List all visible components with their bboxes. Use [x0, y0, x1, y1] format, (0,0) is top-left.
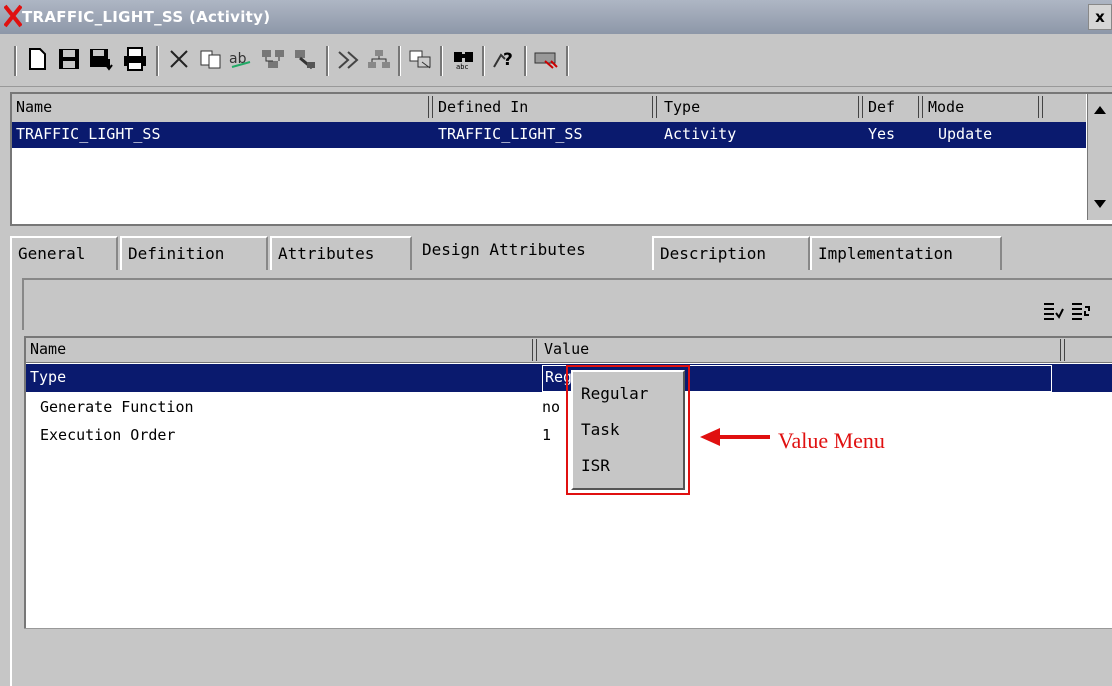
row-defined-in: TRAFFIC_LIGHT_SS: [438, 125, 583, 143]
close-tool-icon[interactable]: [532, 44, 562, 74]
delete-icon[interactable]: [164, 44, 194, 74]
attribute-name: Execution Order: [40, 426, 176, 444]
relations-icon[interactable]: [334, 44, 364, 74]
attribute-value: 1: [542, 426, 552, 444]
tab-definition[interactable]: Definition: [120, 236, 268, 270]
attribute-name: Generate Function: [40, 398, 194, 416]
refresh-list-icon[interactable]: [1070, 300, 1092, 322]
tab-attributes[interactable]: Attributes: [270, 236, 412, 270]
row-mode: Update: [938, 125, 993, 143]
column-resize-handle[interactable]: [652, 96, 657, 118]
panel-footer: [24, 628, 1112, 686]
toolbar-separator: [398, 46, 401, 76]
title-bar[interactable]: TRAFFIC_LIGHT_SS (Activity) x: [0, 0, 1112, 34]
element-list-header: Name Defined In Type Def Mode: [12, 94, 1086, 123]
save-as-icon[interactable]: [86, 44, 116, 74]
menu-item-task[interactable]: Task: [581, 420, 620, 439]
hierarchy-icon[interactable]: [364, 44, 394, 74]
help-icon[interactable]: ?: [490, 44, 520, 74]
value-menu-callout: Value Menu: [700, 426, 960, 456]
column-resize-handle[interactable]: [1060, 339, 1065, 361]
svg-text:abc: abc: [456, 63, 469, 70]
tab-bar: General Definition Attributes Design Att…: [10, 232, 1112, 272]
toolbar-separator: [14, 46, 17, 76]
column-resize-handle[interactable]: [428, 96, 433, 118]
column-resize-handle[interactable]: [918, 96, 923, 118]
attribute-name: Type: [30, 368, 67, 386]
tab-general[interactable]: General: [10, 236, 118, 270]
toolbar-separator: [566, 46, 569, 76]
tab-description[interactable]: Description: [652, 236, 810, 270]
window-title: TRAFFIC_LIGHT_SS (Activity): [22, 8, 271, 26]
close-button[interactable]: x: [1088, 4, 1112, 30]
scroll-down-icon: [1094, 200, 1106, 208]
column-header-mode[interactable]: Mode: [928, 98, 964, 116]
menu-item-regular[interactable]: Regular: [581, 384, 648, 403]
value-menu-highlight: Regular Task ISR: [566, 365, 690, 495]
check-list-icon[interactable]: [1042, 300, 1064, 322]
column-resize-handle[interactable]: [532, 339, 537, 361]
value-menu[interactable]: Regular Task ISR: [571, 370, 685, 490]
network-icon[interactable]: [258, 44, 288, 74]
toolbar-separator: [482, 46, 485, 76]
copy-icon[interactable]: [196, 44, 226, 74]
column-header-value[interactable]: Value: [544, 340, 589, 358]
column-header-defined-in[interactable]: Defined In: [438, 98, 528, 116]
x-logo-icon: [3, 3, 23, 33]
toolbar-separator: [524, 46, 527, 76]
activity-window: TRAFFIC_LIGHT_SS (Activity) x ab abc ? N…: [0, 0, 1112, 686]
scroll-up-icon: [1094, 106, 1106, 114]
properties-icon[interactable]: [290, 44, 320, 74]
row-type: Activity: [664, 125, 737, 143]
tab-design-attributes[interactable]: Design Attributes: [414, 232, 652, 272]
find-icon[interactable]: abc: [450, 44, 480, 74]
panel-toolbar: [22, 278, 1112, 330]
row-def: Yes: [868, 125, 896, 143]
element-list[interactable]: Name Defined In Type Def Mode TRAFFIC_LI…: [10, 92, 1112, 226]
column-header-type[interactable]: Type: [664, 98, 700, 116]
spell-icon[interactable]: ab: [226, 44, 256, 74]
column-header-def[interactable]: Def: [868, 98, 895, 116]
svg-text:?: ?: [503, 50, 513, 70]
toolbar-separator: [326, 46, 329, 76]
new-file-icon[interactable]: [22, 44, 52, 74]
callout-arrow-icon: [700, 428, 770, 446]
print-icon[interactable]: [120, 44, 150, 74]
attribute-value: no: [542, 398, 561, 416]
save-icon[interactable]: [54, 44, 84, 74]
diagram-icon[interactable]: [406, 44, 436, 74]
column-resize-handle[interactable]: [1038, 96, 1043, 118]
main-toolbar: ab abc ?: [0, 36, 1112, 87]
design-attributes-panel: Name Value Type Regular Generate Functio…: [10, 270, 1112, 686]
callout-label: Value Menu: [778, 428, 885, 453]
column-header-name[interactable]: Name: [16, 98, 52, 116]
menu-item-isr[interactable]: ISR: [581, 456, 610, 475]
column-header-name[interactable]: Name: [30, 340, 66, 358]
vertical-scrollbar[interactable]: [1087, 94, 1112, 220]
tab-implementation[interactable]: Implementation: [810, 236, 1002, 270]
toolbar-separator: [156, 46, 159, 76]
column-resize-handle[interactable]: [858, 96, 863, 118]
row-name: TRAFFIC_LIGHT_SS: [16, 125, 161, 143]
toolbar-separator: [440, 46, 443, 76]
table-row[interactable]: TRAFFIC_LIGHT_SS TRAFFIC_LIGHT_SS Activi…: [12, 122, 1086, 148]
design-attributes-header: Name Value: [26, 338, 1112, 363]
